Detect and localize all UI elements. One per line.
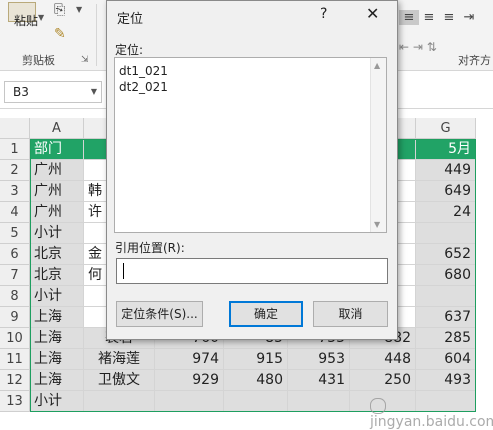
table-cell[interactable]: 部门	[30, 139, 84, 160]
table-cell[interactable]: 680	[416, 265, 476, 286]
name-box[interactable]: B3 ▼	[4, 81, 102, 103]
table-cell[interactable]: 915	[224, 349, 288, 370]
table-cell[interactable]: 448	[350, 349, 416, 370]
table-cell[interactable]	[224, 391, 288, 412]
table-cell[interactable]: 974	[155, 349, 224, 370]
table-cell[interactable]: 卫傲文	[84, 370, 155, 391]
table-cell[interactable]: 小计	[30, 286, 84, 307]
table-cell[interactable]: 褚海莲	[84, 349, 155, 370]
column-header[interactable]: G	[416, 118, 476, 139]
table-cell[interactable]	[416, 223, 476, 244]
paste-dropdown-chevron-down-icon[interactable]: ▼	[38, 13, 44, 22]
alignment-row2-icons: ⇤ ⇥ ⇅	[399, 40, 437, 54]
row-header[interactable]: 12	[0, 370, 30, 391]
goto-label: 定位:	[115, 43, 144, 57]
alignment-group-label: 对齐方	[458, 54, 491, 67]
row-header[interactable]: 7	[0, 265, 30, 286]
table-cell[interactable]	[416, 286, 476, 307]
table-cell[interactable]: 953	[288, 349, 350, 370]
table-cell[interactable]: 929	[155, 370, 224, 391]
align-left-icon[interactable]: ≡	[399, 10, 419, 25]
table-cell[interactable]: 5月	[416, 139, 476, 160]
row-header[interactable]: 11	[0, 349, 30, 370]
paste-button[interactable]: 粘贴	[14, 12, 38, 29]
cancel-button[interactable]: 取消	[313, 301, 388, 327]
alignment-buttons: ≡ ≡ ≡ ⇥	[399, 10, 479, 25]
table-row: 11 上海 褚海莲 974 915 953 448 604	[0, 349, 493, 370]
special-button[interactable]: 定位条件(S)...	[116, 301, 203, 327]
table-cell[interactable]: 250	[350, 370, 416, 391]
row-header[interactable]: 3	[0, 181, 30, 202]
list-item[interactable]: dt1_021	[119, 64, 168, 78]
row-header[interactable]: 1	[0, 139, 30, 160]
table-cell[interactable]: 上海	[30, 307, 84, 328]
table-cell[interactable]: 637	[416, 307, 476, 328]
row-header[interactable]: 6	[0, 244, 30, 265]
help-icon[interactable]: ?	[320, 6, 327, 22]
table-cell[interactable]	[84, 391, 155, 412]
table-cell[interactable]: 上海	[30, 370, 84, 391]
table-cell[interactable]: 广州	[30, 181, 84, 202]
indent-icon[interactable]: ⇥	[459, 10, 479, 25]
table-cell[interactable]	[155, 391, 224, 412]
scroll-up-icon[interactable]: ▲	[374, 61, 380, 70]
list-item[interactable]: dt2_021	[119, 80, 168, 94]
format-painter-icon[interactable]: ✎	[54, 26, 66, 42]
row-header[interactable]: 4	[0, 202, 30, 223]
row-header[interactable]: 2	[0, 160, 30, 181]
table-cell[interactable]	[288, 391, 350, 412]
align-center-icon[interactable]: ≡	[419, 10, 439, 25]
name-box-value: B3	[13, 85, 29, 99]
table-cell[interactable]: 小计	[30, 391, 84, 412]
baidu-paw-icon	[370, 398, 386, 414]
watermark: jingyan.baidu.com	[370, 398, 493, 430]
listbox-scrollbar[interactable]: ▲ ▼	[370, 58, 386, 232]
select-all-corner[interactable]	[0, 118, 30, 139]
copy-dropdown-chevron-down-icon[interactable]: ▼	[76, 5, 82, 14]
table-cell[interactable]: 上海	[30, 328, 84, 349]
column-header[interactable]: A	[30, 118, 84, 139]
table-cell[interactable]: 上海	[30, 349, 84, 370]
watermark-text: jingyan.baidu.com	[370, 414, 493, 430]
goto-dialog: 定位 ? ✕ 定位: dt1_021 dt2_021 ▲ ▼ 引用位置(R): …	[106, 0, 398, 340]
row-header[interactable]: 8	[0, 286, 30, 307]
reference-input[interactable]	[116, 258, 388, 284]
table-cell[interactable]: 649	[416, 181, 476, 202]
row-header[interactable]: 10	[0, 328, 30, 349]
table-cell[interactable]: 北京	[30, 265, 84, 286]
table-cell[interactable]: 604	[416, 349, 476, 370]
table-cell[interactable]: 285	[416, 328, 476, 349]
row-header[interactable]: 13	[0, 391, 30, 412]
dialog-title: 定位	[117, 12, 144, 27]
text-caret	[123, 263, 124, 279]
goto-listbox[interactable]: dt1_021 dt2_021 ▲ ▼	[114, 57, 387, 233]
reference-label: 引用位置(R):	[115, 241, 185, 255]
table-cell[interactable]: 北京	[30, 244, 84, 265]
clipboard-group-label: 剪贴板	[22, 54, 55, 67]
table-cell[interactable]: 广州	[30, 160, 84, 181]
row-header[interactable]: 9	[0, 307, 30, 328]
table-cell[interactable]: 广州	[30, 202, 84, 223]
ok-button[interactable]: 确定	[229, 301, 303, 327]
dialog-launcher-icon[interactable]: ⇲	[81, 55, 89, 65]
table-cell[interactable]: 431	[288, 370, 350, 391]
table-cell[interactable]: 小计	[30, 223, 84, 244]
scroll-down-icon[interactable]: ▼	[374, 220, 380, 229]
ribbon-divider	[96, 4, 97, 66]
copy-icon[interactable]: ⎘	[54, 2, 65, 18]
table-row: 12 上海 卫傲文 929 480 431 250 493	[0, 370, 493, 391]
row-header[interactable]: 5	[0, 223, 30, 244]
table-cell[interactable]: 480	[224, 370, 288, 391]
name-box-chevron-down-icon[interactable]: ▼	[91, 87, 97, 96]
table-cell[interactable]: 24	[416, 202, 476, 223]
table-cell[interactable]: 493	[416, 370, 476, 391]
table-cell[interactable]: 652	[416, 244, 476, 265]
close-icon[interactable]: ✕	[366, 4, 379, 23]
align-right-icon[interactable]: ≡	[439, 10, 459, 25]
table-cell[interactable]: 449	[416, 160, 476, 181]
